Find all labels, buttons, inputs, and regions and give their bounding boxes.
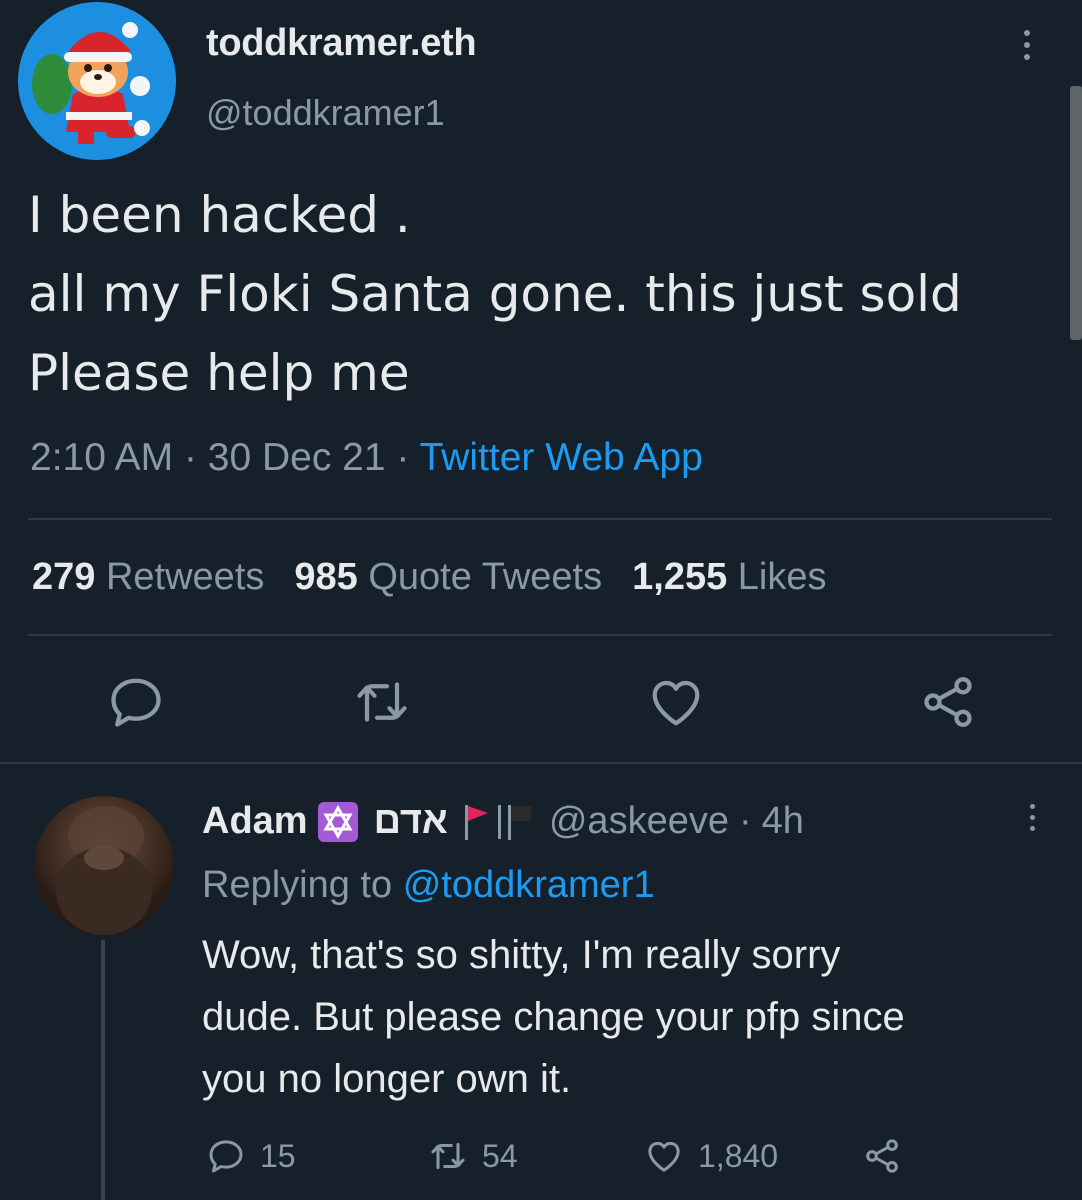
tweet-text-line: I been hacked . <box>28 186 411 244</box>
engagement-stats: 279 Retweets 985 Quote Tweets 1,255 Likes <box>32 556 827 599</box>
retweet-icon[interactable] <box>352 672 412 732</box>
meta-separator: · <box>396 436 410 479</box>
reply-handle[interactable]: @askeeve <box>549 800 729 843</box>
quote-tweets-label: Quote Tweets <box>368 556 603 598</box>
reply-like-button[interactable]: 1,840 <box>644 1134 778 1178</box>
reply-avatar[interactable] <box>34 796 174 936</box>
tweet-source-link[interactable]: Twitter Web App <box>420 436 703 479</box>
likes-label: Likes <box>737 556 827 598</box>
like-count: 1,840 <box>698 1137 779 1174</box>
reply-text: Wow, that's so shitty, I'm really sorry … <box>202 924 1052 1110</box>
share-icon[interactable] <box>918 672 978 732</box>
floki-santa-avatar-image <box>18 2 176 160</box>
profile-avatar[interactable] <box>18 2 176 160</box>
retweet-count: 54 <box>482 1137 518 1174</box>
author-handle[interactable]: @toddkramer1 <box>206 92 445 134</box>
replying-prefix: Replying to <box>202 864 393 906</box>
reply-text-line: Wow, that's so shitty, I'm really sorry <box>202 933 841 977</box>
share-icon <box>866 1139 898 1173</box>
bearded-man-avatar-image <box>56 806 152 935</box>
tweet-time[interactable]: 2:10 AM <box>30 436 173 479</box>
like-icon <box>648 1141 680 1172</box>
tweet-text-line: Please help me <box>28 344 410 402</box>
replying-to: Replying to @toddkramer1 <box>202 864 655 907</box>
black-flag-icon <box>505 802 535 842</box>
tweet-metadata: 2:10 AM · 30 Dec 21 · Twitter Web App <box>30 436 703 480</box>
separator-bar <box>497 804 501 839</box>
divider <box>28 518 1052 520</box>
scrollbar[interactable] <box>1070 86 1082 340</box>
reply-more-options-icon[interactable] <box>1024 804 1040 838</box>
tweet-text: I been hacked . all my Floki Santa gone.… <box>28 176 1058 413</box>
meta-separator: · <box>738 800 752 842</box>
retweets-label: Retweets <box>105 556 265 598</box>
replying-to-mention[interactable]: @toddkramer1 <box>403 864 655 906</box>
reply-icon[interactable] <box>106 672 166 732</box>
likes-stat[interactable]: 1,255 Likes <box>632 556 826 598</box>
reply-count: 15 <box>260 1137 296 1174</box>
divider <box>28 634 1052 636</box>
retweets-count: 279 <box>32 556 96 598</box>
author-display-name[interactable]: toddkramer.eth <box>206 22 477 65</box>
meta-separator: · <box>183 436 197 479</box>
reply-header: Adam אדם @askeeve · 4h <box>202 800 804 843</box>
reply-share-button[interactable] <box>862 1134 916 1178</box>
section-divider <box>0 762 1082 764</box>
tweet-date[interactable]: 30 Dec 21 <box>208 436 386 479</box>
reply-text-line: dude. But please change your pfp since <box>202 995 905 1039</box>
likes-count: 1,255 <box>632 556 728 598</box>
tweet-text-line: all my Floki Santa gone. this just sold <box>28 265 962 323</box>
star-of-david-icon <box>317 801 358 842</box>
like-icon[interactable] <box>646 672 706 732</box>
retweet-icon <box>431 1142 465 1170</box>
reply-display-name[interactable]: Adam <box>202 800 308 843</box>
reply-hebrew-name: אדם <box>373 800 448 842</box>
reply-text-line: you no longer own it. <box>202 1057 572 1101</box>
reply-icon <box>209 1140 243 1173</box>
red-flag-icon <box>462 802 492 842</box>
reply-retweet-button[interactable]: 54 <box>428 1134 518 1178</box>
retweets-stat[interactable]: 279 Retweets <box>32 556 264 598</box>
thread-line <box>101 940 105 1200</box>
more-options-icon[interactable] <box>1015 30 1039 66</box>
quote-tweets-count: 985 <box>294 556 358 598</box>
reply-reply-button[interactable]: 15 <box>206 1134 296 1178</box>
quote-tweets-stat[interactable]: 985 Quote Tweets <box>294 556 602 598</box>
reply-time[interactable]: 4h <box>762 800 804 843</box>
